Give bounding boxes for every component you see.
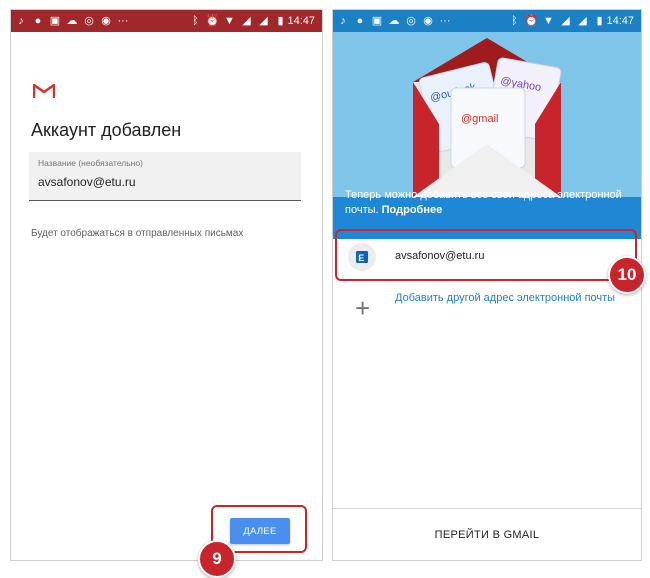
account-name-value[interactable]: avsafonov@etu.ru (38, 175, 136, 189)
phone-screen-right: ♪ ● ▣ ☁ ◎ ◉ ··· ᛒ ⏰ ▼ ◢ ◢ ▮ 14:47 @outlo… (332, 9, 642, 561)
status-bar: ♪ ● ▣ ☁ ◎ ◉ ··· ᛒ ⏰ ▼ ◢ ◢ ▮ 14:47 (11, 10, 322, 32)
reddit-icon: ● (356, 15, 364, 27)
signal-icon: ◢ (259, 15, 268, 27)
compass-icon: ◎ (84, 15, 94, 27)
notification-icon: ♪ (340, 15, 346, 27)
wifi-icon: ▼ (543, 15, 554, 27)
cloud-icon: ☁ (66, 15, 78, 27)
account-highlight (335, 229, 637, 281)
alarm-icon: ⏰ (205, 15, 220, 27)
bottom-action-bar: ПЕРЕЙТИ В GMAIL (333, 508, 641, 560)
gmail-logo-icon (33, 83, 55, 98)
phone-screen-left: ♪ ● ▣ ☁ ◎ ◉ ··· ᛒ ⏰ ▼ ◢ ◢ ▮ 14:47 Аккаун… (10, 9, 323, 561)
status-time: 14:47 (287, 15, 315, 27)
chrome-icon: ◉ (101, 15, 111, 27)
step-badge-9: 9 (198, 540, 236, 578)
add-account-item[interactable]: + Добавить другой адрес электронной почт… (333, 290, 641, 330)
bluetooth-icon: ᛒ (192, 15, 199, 27)
step-badge-10: 10 (608, 256, 646, 294)
reddit-icon: ● (34, 15, 42, 27)
news-icon: ▣ (371, 15, 383, 27)
signal-icon: ◢ (242, 15, 251, 27)
account-name-label: Название (необязательно) (38, 158, 143, 168)
compass-icon: ◎ (406, 15, 416, 27)
gmail-label: @gmail (461, 113, 498, 125)
more-dots: ··· (439, 15, 451, 27)
status-time: 14:47 (606, 15, 634, 27)
go-to-gmail-button[interactable]: ПЕРЕЙТИ В GMAIL (435, 529, 540, 541)
battery-icon: ▮ (277, 15, 284, 27)
news-icon: ▣ (49, 15, 61, 27)
field-hint: Будет отображаться в отправленных письма… (31, 228, 244, 239)
signal-icon: ◢ (578, 15, 587, 27)
info-banner-text: Теперь можно добавить все свои адреса эл… (345, 188, 633, 218)
more-dots: ··· (117, 15, 129, 27)
status-bar: ♪ ● ▣ ☁ ◎ ◉ ··· ᛒ ⏰ ▼ ◢ ◢ ▮ 14:47 (333, 10, 641, 32)
learn-more-link[interactable]: Подробнее (382, 204, 443, 216)
page-title: Аккаунт добавлен (31, 120, 182, 140)
bluetooth-icon: ᛒ (511, 15, 518, 27)
account-name-field[interactable]: Название (необязательно) avsafonov@etu.r… (29, 152, 301, 201)
add-account-label: Добавить другой адрес электронной почты (395, 292, 616, 304)
notification-icon: ♪ (18, 15, 24, 27)
hero-illustration: @outlook @yahoo @gmail (333, 32, 641, 197)
plus-icon: + (355, 293, 371, 323)
wifi-icon: ▼ (224, 15, 235, 27)
signal-icon: ◢ (561, 15, 570, 27)
chrome-icon: ◉ (423, 15, 433, 27)
cloud-icon: ☁ (388, 15, 400, 27)
battery-icon: ▮ (596, 15, 603, 27)
alarm-icon: ⏰ (524, 15, 539, 27)
